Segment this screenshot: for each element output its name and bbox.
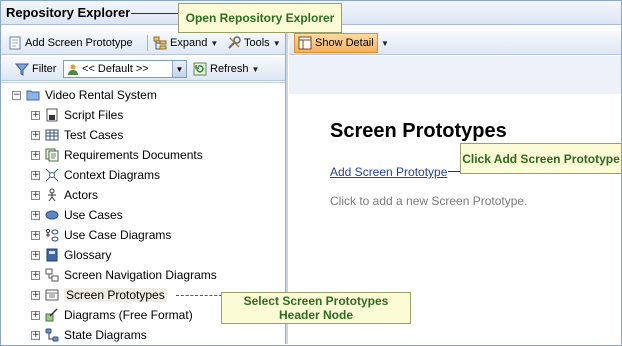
callout-text: Open Repository Explorer	[185, 11, 335, 25]
tree-item-label: Glossary	[64, 248, 112, 262]
tree-item-label: Screen Prototypes	[64, 288, 167, 302]
callout-leader-line	[131, 13, 179, 14]
refresh-dropdown[interactable]: Refresh ▼	[193, 61, 259, 77]
tree-item-label: Script Files	[64, 108, 124, 122]
expand-icon[interactable]: +	[31, 270, 40, 280]
new-document-icon	[9, 36, 21, 50]
tree-item-use-cases[interactable]: + Use Cases	[31, 206, 123, 224]
callout-leader-line	[448, 171, 460, 172]
tree-root-label: Video Rental System	[45, 88, 157, 102]
filter-button[interactable]: Filter	[15, 61, 56, 77]
add-screen-prototype-button[interactable]: Add Screen Prototype	[8, 35, 133, 51]
add-screen-prototype-label: Add Screen Prototype	[25, 37, 133, 49]
chevron-down-icon: ▼	[272, 38, 281, 48]
tree-item-label: Requirements Documents	[64, 148, 203, 162]
callout-select-screen-prototypes-node: Select Screen Prototypes Header Node	[221, 292, 411, 324]
expand-icon[interactable]: +	[31, 250, 40, 260]
expand-icon[interactable]: +	[31, 290, 40, 300]
expand-dropdown[interactable]: Expand ▼	[153, 35, 218, 51]
tree-item-label: Test Cases	[64, 128, 124, 142]
actor-icon	[48, 188, 56, 202]
use-case-icon	[45, 210, 59, 220]
expand-icon[interactable]: +	[31, 330, 40, 340]
callout-open-repository-explorer: Open Repository Explorer	[178, 3, 342, 33]
tools-dropdown[interactable]: Tools ▼	[227, 35, 281, 51]
expand-icon[interactable]: +	[31, 210, 40, 220]
context-diagram-icon	[45, 168, 59, 182]
tree-item-screen-navigation-diagrams[interactable]: + Screen Navigation Diagrams	[31, 266, 217, 284]
tree-item-label: Use Cases	[64, 208, 123, 222]
expand-icon[interactable]: +	[31, 170, 40, 180]
folder-icon	[26, 90, 40, 101]
detail-toolbar: Show Detail ▼	[289, 31, 621, 55]
tree-item-label: Context Diagrams	[64, 168, 161, 182]
filter-toolbar: Filter << Default >> ▼ Refresh ▼	[1, 57, 285, 81]
expand-label: Expand	[170, 37, 208, 49]
refresh-label: Refresh	[210, 63, 249, 75]
filter-value-text: << Default >>	[82, 63, 149, 75]
use-case-diagram-icon	[45, 228, 59, 242]
filter-label: Filter	[32, 63, 57, 75]
free-diagram-icon	[45, 308, 58, 322]
state-diagram-icon	[45, 328, 59, 342]
screen-prototype-icon	[45, 289, 59, 301]
callout-text: Click Add Screen Prototype	[462, 151, 620, 166]
tree-item-label: Use Case Diagrams	[64, 228, 172, 242]
tree-item-glossary[interactable]: + Glossary	[31, 246, 111, 264]
chevron-down-icon: ▼	[251, 64, 260, 74]
refresh-icon	[193, 62, 207, 76]
tree-item-label: State Diagrams	[64, 328, 147, 342]
expand-icon[interactable]: +	[31, 150, 40, 160]
show-detail-button[interactable]: Show Detail	[294, 33, 378, 53]
detail-header-band	[289, 56, 621, 94]
page-title: Screen Prototypes	[330, 120, 507, 142]
tools-label: Tools	[244, 37, 270, 49]
filter-select-value: << Default >>	[64, 63, 172, 75]
expand-icon[interactable]: +	[31, 230, 40, 240]
expand-icon[interactable]: +	[31, 110, 40, 120]
show-detail-label: Show Detail	[315, 37, 374, 49]
window-title: Repository Explorer	[6, 5, 131, 20]
tree-item-label: Actors	[64, 188, 99, 202]
tree-item-test-cases[interactable]: + Test Cases	[31, 126, 123, 144]
add-hint-text: Click to add a new Screen Prototype.	[330, 194, 528, 208]
chevron-down-icon[interactable]: ▼	[172, 61, 186, 77]
navigation-diagram-icon	[45, 268, 59, 282]
tree-item-use-case-diagrams[interactable]: + Use Case Diagrams	[31, 226, 171, 244]
tree-item-diagrams-free-format[interactable]: + Diagrams (Free Format)	[31, 306, 193, 324]
tree-root-video-rental-system[interactable]: − Video Rental System	[12, 86, 157, 104]
tools-icon	[228, 36, 241, 49]
filter-select[interactable]: << Default >> ▼	[63, 60, 187, 78]
filter-icon	[15, 63, 29, 76]
tree-item-label: Screen Navigation Diagrams	[64, 268, 217, 282]
requirements-icon	[45, 148, 59, 162]
expand-icon[interactable]: +	[31, 130, 40, 140]
tree-item-requirements-documents[interactable]: + Requirements Documents	[31, 146, 203, 164]
chevron-down-icon[interactable]: ▼	[381, 39, 389, 48]
chevron-down-icon: ▼	[210, 38, 219, 48]
explorer-toolbar: Add Screen Prototype Expand ▼ Tools ▼	[1, 31, 285, 55]
tree-item-script-files[interactable]: + Script Files	[31, 106, 123, 124]
expand-icon[interactable]: +	[31, 190, 40, 200]
callout-click-add-screen-prototype: Click Add Screen Prototype	[460, 143, 622, 174]
tree-item-label: Diagrams (Free Format)	[64, 308, 193, 322]
tree-item-actors[interactable]: + Actors	[31, 186, 98, 204]
toolbar-separator	[147, 35, 148, 51]
callout-leader-line	[176, 295, 222, 296]
tree-item-screen-prototypes[interactable]: + Screen Prototypes	[31, 286, 167, 304]
detail-view-icon	[298, 36, 312, 50]
add-screen-prototype-link[interactable]: Add Screen Prototype	[330, 165, 447, 179]
expand-tree-icon	[153, 36, 167, 50]
collapse-icon[interactable]: −	[12, 90, 21, 100]
user-icon	[68, 64, 78, 75]
callout-text: Select Screen Prototypes Header Node	[243, 294, 389, 322]
tree-item-context-diagrams[interactable]: + Context Diagrams	[31, 166, 160, 184]
expand-icon[interactable]: +	[31, 310, 40, 320]
glossary-icon	[46, 248, 58, 262]
script-files-icon	[46, 108, 58, 122]
test-cases-icon	[45, 129, 59, 141]
tree-item-state-diagrams[interactable]: + State Diagrams	[31, 326, 147, 344]
